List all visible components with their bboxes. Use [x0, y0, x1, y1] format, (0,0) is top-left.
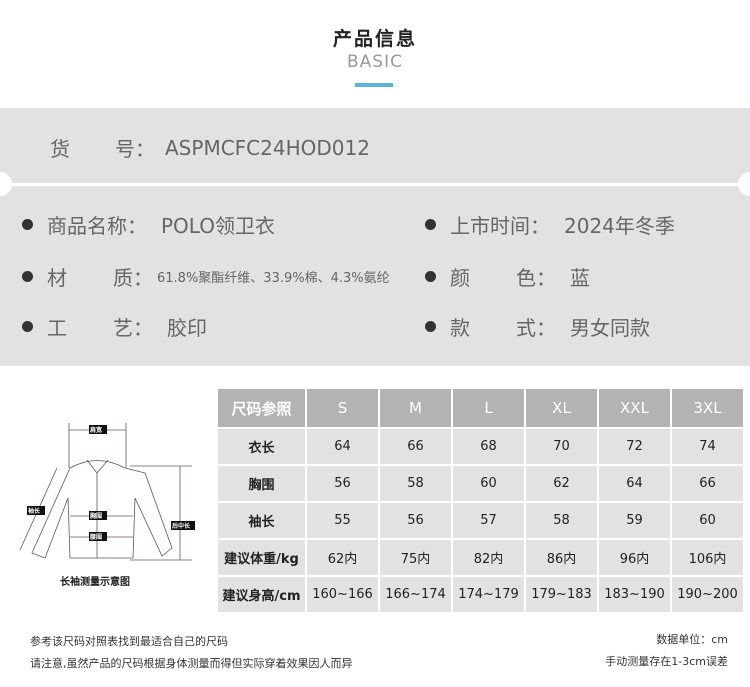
table-cell: 57 — [451, 501, 526, 540]
label-sleeve: 袖长 — [28, 507, 41, 515]
header-cell: 3XL — [670, 387, 745, 429]
info-label: 颜 — [450, 266, 470, 290]
table-cell: 64 — [597, 464, 672, 503]
table-row: 胸围 56 58 60 62 64 66 — [216, 464, 745, 503]
label-back: 后中长 — [172, 522, 191, 530]
table-row: 袖长 55 56 57 58 59 60 — [216, 501, 745, 540]
table-row: 衣长 64 66 68 70 72 74 — [216, 427, 745, 466]
bullet-icon — [22, 219, 33, 230]
size-table: 尺码参照 S M L XL XXL 3XL 衣长 64 66 68 70 72 74 胸围 56… — [216, 387, 745, 614]
bullet-icon — [425, 271, 436, 282]
bullet-icon — [425, 321, 436, 332]
info-label: 款 — [450, 316, 470, 340]
table-cell: 174~179 — [451, 575, 526, 614]
table-cell: 56 — [305, 464, 380, 503]
info-row-style: 款 式： 男女同款 — [425, 312, 650, 341]
label-waist: 腰围 — [89, 533, 102, 541]
table-cell: 56 — [378, 501, 453, 540]
label-chest: 胸围 — [90, 512, 102, 520]
header-cell: XL — [524, 387, 599, 429]
row-label: 衣长 — [216, 427, 307, 466]
sku-label-2: 号： — [115, 137, 155, 161]
table-cell: 183~190 — [597, 575, 672, 614]
info-label: 工 — [47, 316, 67, 340]
info-value: 2024年冬季 — [564, 214, 675, 238]
info-row-material: 材 质： 61.8%聚酯纤维、33.9%棉、4.3%氨纶 — [22, 262, 390, 291]
table-cell: 58 — [524, 501, 599, 540]
table-cell: 55 — [305, 501, 380, 540]
info-row-date: 上市时间： 2024年冬季 — [425, 210, 675, 239]
table-cell: 62 — [524, 464, 599, 503]
table-cell: 60 — [451, 464, 526, 503]
info-row-craft: 工 艺： 胶印 — [22, 312, 207, 341]
info-row-color: 颜 色： 蓝 — [425, 262, 590, 291]
table-cell: 179~183 — [524, 575, 599, 614]
bullet-icon — [425, 219, 436, 230]
table-cell: 70 — [524, 427, 599, 466]
table-cell: 66 — [670, 464, 745, 503]
table-cell: 96内 — [597, 538, 672, 577]
row-label: 建议身高/cm — [216, 575, 307, 614]
info-label-2: 色： — [516, 266, 556, 290]
label-shoulder: 肩宽 — [90, 426, 102, 434]
sku-value: ASPMCFC24HOD012 — [165, 135, 370, 160]
info-value: 胶印 — [167, 316, 207, 340]
divider — [0, 183, 750, 186]
table-cell: 160~166 — [305, 575, 380, 614]
table-cell: 62内 — [305, 538, 380, 577]
info-label: 上市时间： — [450, 214, 550, 238]
table-cell: 64 — [305, 427, 380, 466]
garment-diagram: 肩宽 胸围 腰围 袖长 后中长 — [19, 423, 195, 561]
bullet-icon — [22, 321, 33, 332]
table-header: 尺码参照 S M L XL XXL 3XL — [216, 387, 745, 429]
row-label: 建议体重/kg — [216, 538, 307, 577]
row-label: 袖长 — [216, 501, 307, 540]
header-cell: M — [378, 387, 453, 429]
accent-bar — [355, 83, 393, 87]
note-left-1: 参考该尺码对照表找到最适合自己的尺码 — [30, 635, 228, 648]
info-row-name: 商品名称： POLO领卫衣 — [22, 210, 275, 239]
sku-label: 货 — [50, 137, 70, 161]
info-value: 男女同款 — [570, 316, 650, 340]
header-cell: S — [305, 387, 380, 429]
note-right-1: 数据单位：cm — [656, 633, 728, 646]
table-row: 建议身高/cm 160~166 166~174 174~179 179~183 183~1… — [216, 575, 745, 614]
table-cell: 106内 — [670, 538, 745, 577]
section-title: 产品信息 — [332, 28, 417, 50]
table-cell: 82内 — [451, 538, 526, 577]
note-left-2: 请注意,虽然产品的尺码根据身体测量而得但实际穿着效果因人而异 — [30, 657, 353, 670]
info-label: 材 — [47, 266, 67, 290]
table-cell: 60 — [670, 501, 745, 540]
info-value: POLO领卫衣 — [161, 214, 275, 238]
table-cell: 58 — [378, 464, 453, 503]
info-label-2: 质： — [113, 266, 153, 290]
table-cell: 72 — [597, 427, 672, 466]
info-label-2: 式： — [516, 316, 556, 340]
info-label: 商品名称： — [47, 214, 147, 238]
table-cell: 190~200 — [670, 575, 745, 614]
table-cell: 74 — [670, 427, 745, 466]
header-cell: L — [451, 387, 526, 429]
header-cell: 尺码参照 — [216, 387, 307, 429]
table-cell: 75内 — [378, 538, 453, 577]
note-right-2: 手动测量存在1-3cm误差 — [605, 655, 728, 668]
bullet-icon — [22, 271, 33, 282]
section-subtitle: BASIC — [347, 52, 403, 72]
table-cell: 166~174 — [378, 575, 453, 614]
header-cell: XXL — [597, 387, 672, 429]
table-cell: 66 — [378, 427, 453, 466]
table-cell: 59 — [597, 501, 672, 540]
diagram-caption: 长袖测量示意图 — [60, 577, 130, 588]
table-cell: 68 — [451, 427, 526, 466]
table-row: 建议体重/kg 62内 75内 82内 86内 96内 106内 — [216, 538, 745, 577]
info-label-2: 艺： — [113, 316, 153, 340]
info-value: 蓝 — [570, 266, 590, 290]
row-label: 胸围 — [216, 464, 307, 503]
info-value: 61.8%聚酯纤维、33.9%棉、4.3%氨纶 — [157, 271, 390, 286]
sku-row: 货 号： ASPMCFC24HOD012 — [50, 133, 370, 162]
table-cell: 86内 — [524, 538, 599, 577]
